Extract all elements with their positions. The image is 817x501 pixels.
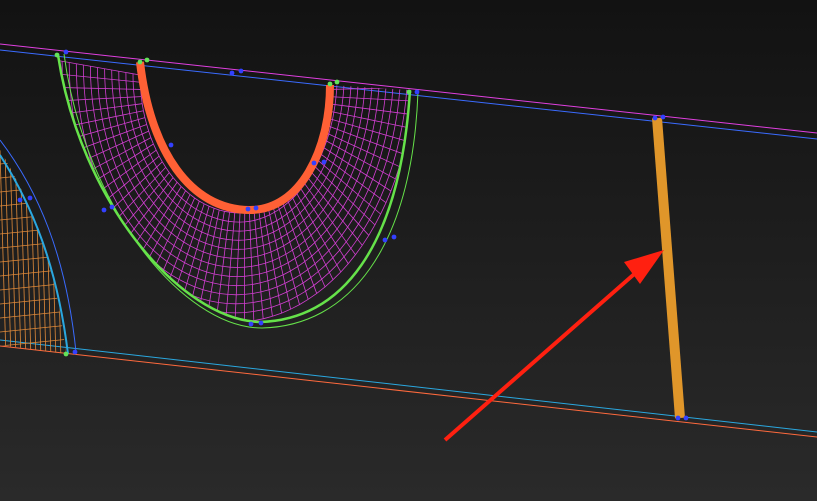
mesh-vertex[interactable] <box>229 70 235 76</box>
mesh-vertex[interactable] <box>137 59 143 65</box>
mesh-viewport[interactable] <box>0 0 817 501</box>
mesh-vertex[interactable] <box>72 349 78 355</box>
mesh-vertex[interactable] <box>258 320 264 326</box>
mesh-vertex[interactable] <box>144 57 150 63</box>
mesh-vertex[interactable] <box>238 68 244 74</box>
mesh-vertex[interactable] <box>406 89 412 95</box>
mesh-vertex[interactable] <box>168 142 174 148</box>
mesh-vertex[interactable] <box>334 79 340 85</box>
mesh-vertex[interactable] <box>652 115 658 121</box>
mesh-vertex[interactable] <box>245 206 251 212</box>
mesh-vertex[interactable] <box>54 52 60 58</box>
mesh-vertex[interactable] <box>101 207 107 213</box>
mesh-vertex[interactable] <box>109 204 115 210</box>
mesh-vertex[interactable] <box>660 114 666 120</box>
mesh-vertex[interactable] <box>17 197 23 203</box>
mesh-vertex[interactable] <box>63 49 69 55</box>
viewport-canvas[interactable] <box>0 0 817 501</box>
mesh-vertex[interactable] <box>253 205 259 211</box>
viewport-background <box>0 0 817 501</box>
mesh-vertex[interactable] <box>683 415 689 421</box>
mesh-vertex[interactable] <box>327 81 333 87</box>
mesh-vertex[interactable] <box>321 159 327 165</box>
mesh-vertex[interactable] <box>382 237 388 243</box>
mesh-vertex[interactable] <box>311 160 317 166</box>
mesh-vertex[interactable] <box>675 415 681 421</box>
mesh-vertex[interactable] <box>414 89 420 95</box>
mesh-vertex[interactable] <box>27 195 33 201</box>
mesh-vertex[interactable] <box>391 234 397 240</box>
mesh-vertex[interactable] <box>63 351 69 357</box>
mesh-vertex[interactable] <box>248 321 254 327</box>
